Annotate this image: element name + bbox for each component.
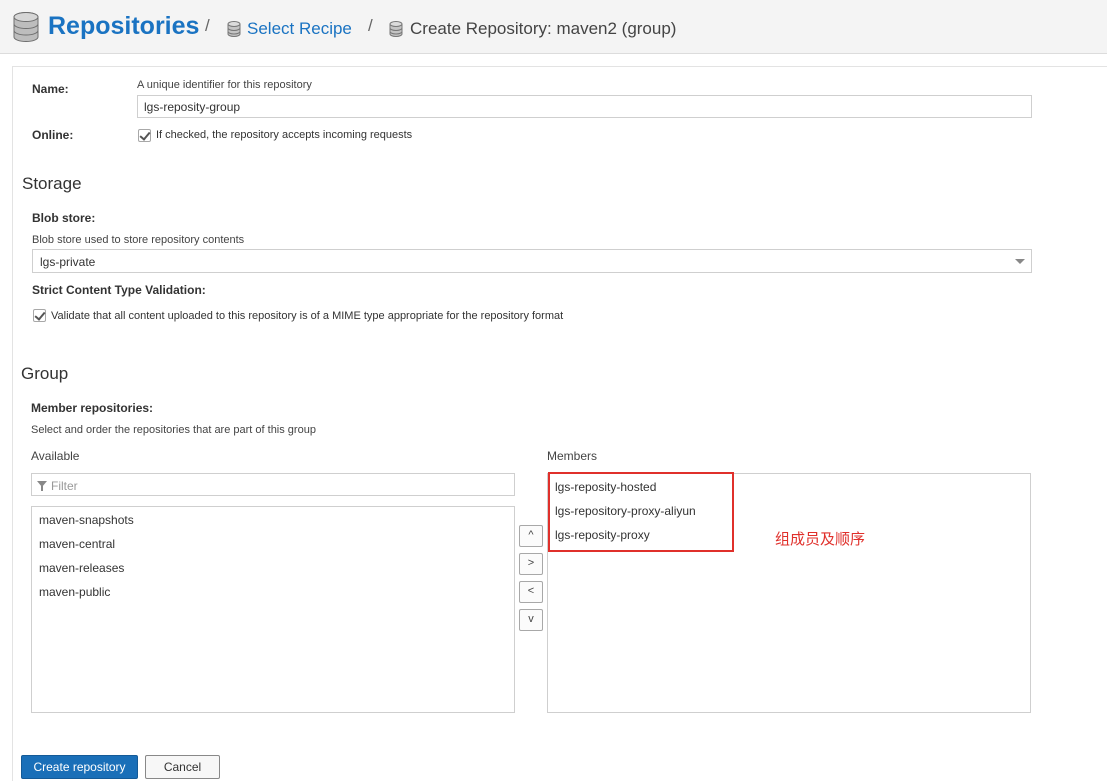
add-member-button[interactable]: >: [519, 553, 543, 575]
strict-validation-checkbox[interactable]: [33, 309, 46, 322]
blob-store-label: Blob store:: [32, 211, 96, 225]
online-label: Online:: [32, 128, 74, 142]
annotation-text: 组成员及顺序: [775, 531, 866, 548]
member-repositories-label: Member repositories:: [31, 401, 154, 415]
database-icon: [13, 12, 39, 42]
members-column-header: Members: [547, 449, 598, 463]
members-highlight-box: [548, 472, 734, 552]
filter-input[interactable]: Filter: [31, 473, 515, 496]
storage-section-title: Storage: [22, 174, 82, 193]
remove-member-button[interactable]: <: [519, 581, 543, 603]
chevron-up-icon: ^: [528, 529, 534, 541]
list-item[interactable]: maven-public: [39, 585, 110, 599]
chevron-left-icon: <: [527, 585, 535, 597]
cancel-button[interactable]: Cancel: [145, 755, 220, 779]
breadcrumb-select-recipe-link[interactable]: Select Recipe: [247, 19, 352, 39]
move-down-button[interactable]: v: [519, 609, 543, 631]
name-label: Name:: [32, 82, 69, 96]
strict-validation-label: Strict Content Type Validation:: [32, 283, 206, 297]
database-icon: [227, 21, 241, 37]
group-section-title: Group: [21, 364, 69, 383]
chevron-down-icon: v: [528, 613, 534, 625]
header-bar: Repositories / Select Recipe / Create Re…: [0, 0, 1107, 54]
page-title[interactable]: Repositories: [48, 12, 199, 41]
move-up-button[interactable]: ^: [519, 525, 543, 547]
name-input[interactable]: lgs-reposity-group: [137, 95, 1032, 118]
member-repositories-help-text: Select and order the repositories that a…: [31, 424, 316, 436]
strict-validation-description: Validate that all content uploaded to th…: [51, 310, 564, 322]
list-item[interactable]: maven-central: [39, 537, 115, 551]
name-help-text: A unique identifier for this repository: [137, 79, 312, 91]
database-icon: [389, 21, 403, 37]
online-description: If checked, the repository accepts incom…: [156, 129, 413, 141]
blob-store-value: lgs-private: [40, 255, 96, 269]
available-column-header: Available: [31, 449, 80, 463]
chevron-down-icon: [1015, 259, 1025, 264]
list-item[interactable]: maven-snapshots: [39, 513, 134, 527]
list-item[interactable]: maven-releases: [39, 561, 124, 575]
blob-store-select[interactable]: lgs-private: [32, 249, 1032, 273]
create-repository-button[interactable]: Create repository: [21, 755, 138, 779]
blob-store-help-text: Blob store used to store repository cont…: [32, 234, 245, 246]
chevron-right-icon: >: [527, 557, 535, 569]
online-checkbox[interactable]: [138, 129, 151, 142]
breadcrumb-separator: /: [205, 16, 210, 35]
filter-icon: [37, 481, 47, 491]
filter-placeholder: Filter: [51, 479, 78, 493]
breadcrumb-separator: /: [368, 16, 373, 35]
available-list[interactable]: maven-snapshots maven-central maven-rele…: [31, 506, 515, 713]
breadcrumb-current: Create Repository: maven2 (group): [410, 19, 677, 38]
